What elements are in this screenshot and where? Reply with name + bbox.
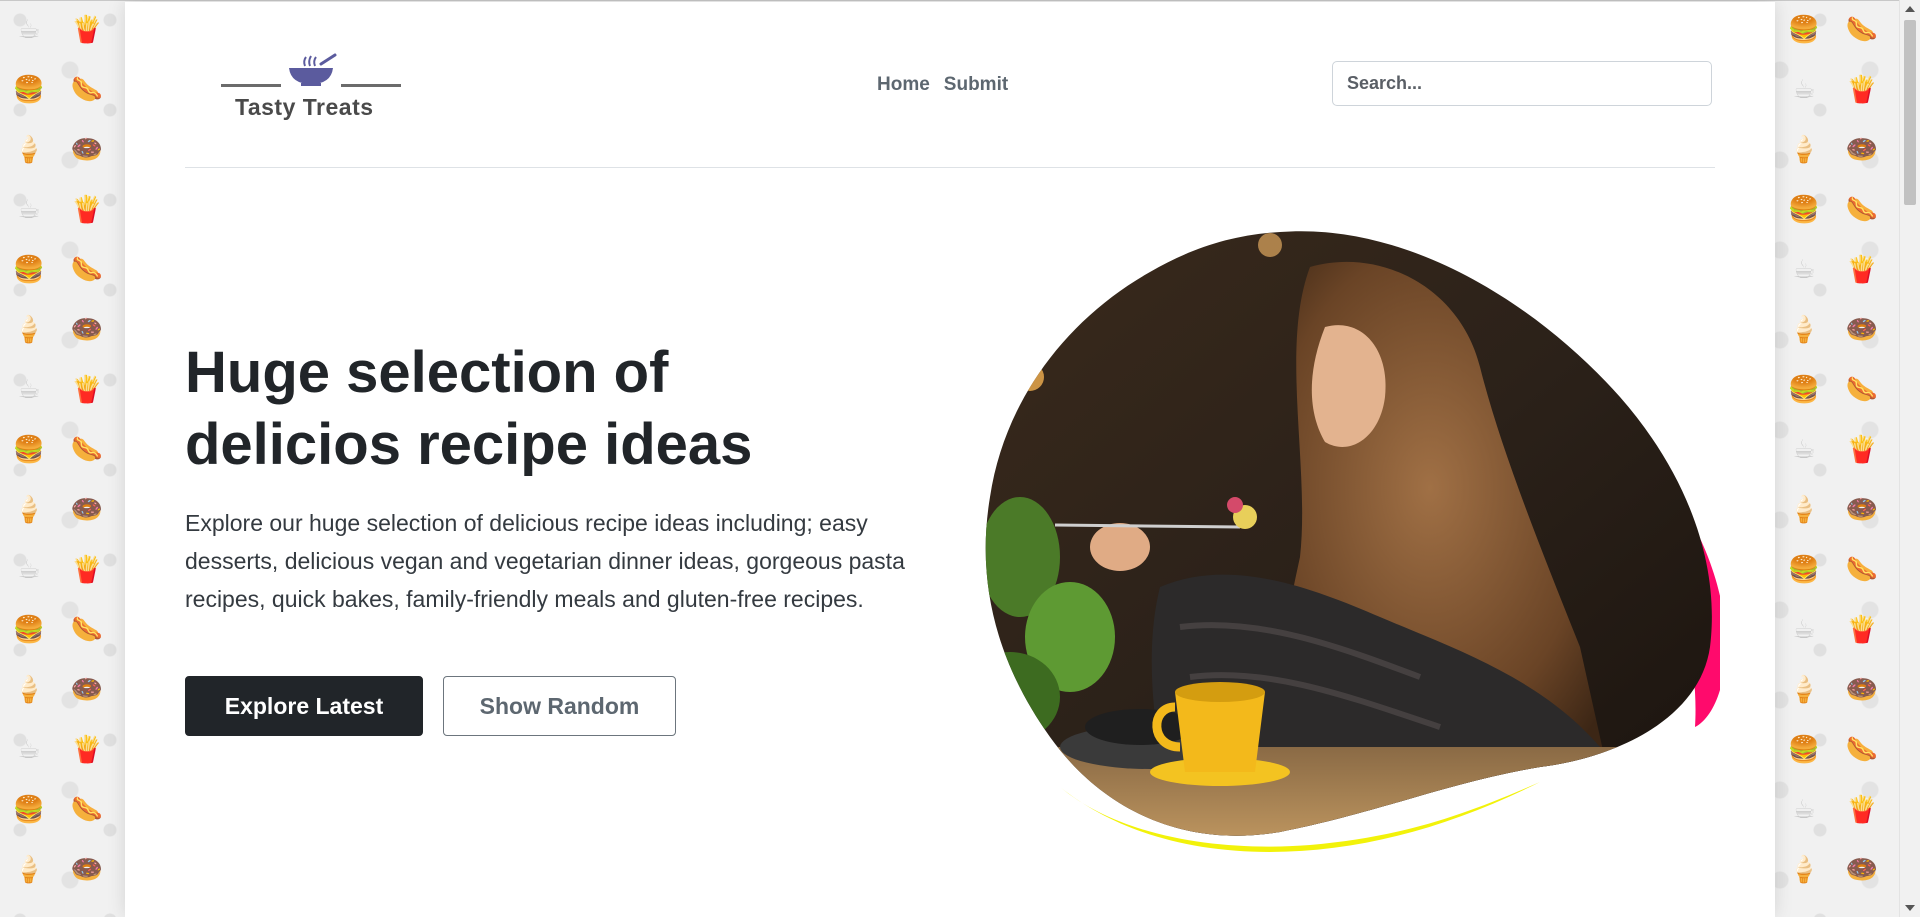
hero-blob-illustration bbox=[985, 231, 1720, 852]
page-scrollbar[interactable] bbox=[1899, 0, 1920, 917]
search-input[interactable] bbox=[1332, 61, 1712, 106]
site-header: Tasty Treats Home Submit bbox=[185, 2, 1715, 168]
page-container: Tasty Treats Home Submit Huge selection … bbox=[125, 2, 1775, 917]
nav-submit-link[interactable]: Submit bbox=[944, 74, 1008, 96]
scroll-up-arrow-icon[interactable] bbox=[1905, 6, 1915, 12]
explore-latest-button[interactable]: Explore Latest bbox=[185, 676, 423, 736]
site-logo[interactable]: Tasty Treats bbox=[221, 42, 401, 122]
hero-title: Huge selection of delicios recipe ideas bbox=[185, 340, 753, 477]
show-random-button[interactable]: Show Random bbox=[443, 676, 676, 736]
hero-image bbox=[980, 227, 1720, 852]
hero-description: Explore our huge selection of delicious … bbox=[185, 510, 905, 612]
logo-text: Tasty Treats bbox=[235, 94, 374, 120]
food-pattern-background-right: 🍔 🌭☕ 🍟🍦 🍩🍔 🌭☕ 🍟🍦 🍩🍔 🌭☕ 🍟🍦 🍩🍔 🌭☕ 🍟🍦 🍩🍔 🌭☕ 🍟🍦 🍩 bbox=[1787, 15, 1879, 885]
scrollbar-thumb[interactable] bbox=[1904, 20, 1916, 205]
soup-bowl-icon bbox=[289, 53, 337, 86]
scroll-down-arrow-icon[interactable] bbox=[1905, 905, 1915, 911]
food-pattern-background-left: ☕ 🍟🍔 🌭🍦 🍩☕ 🍟🍔 🌭🍦 🍩☕ 🍟🍔 🌭🍦 🍩☕ 🍟🍔 🌭🍦 🍩☕ 🍟🍔 🌭🍦 🍩 bbox=[12, 15, 104, 885]
nav-home-link[interactable]: Home bbox=[877, 74, 930, 96]
logo-line-left bbox=[221, 84, 281, 87]
browser-top-border bbox=[0, 0, 1920, 1]
logo-line-right bbox=[341, 84, 401, 87]
main-nav: Home Submit bbox=[877, 74, 1008, 96]
